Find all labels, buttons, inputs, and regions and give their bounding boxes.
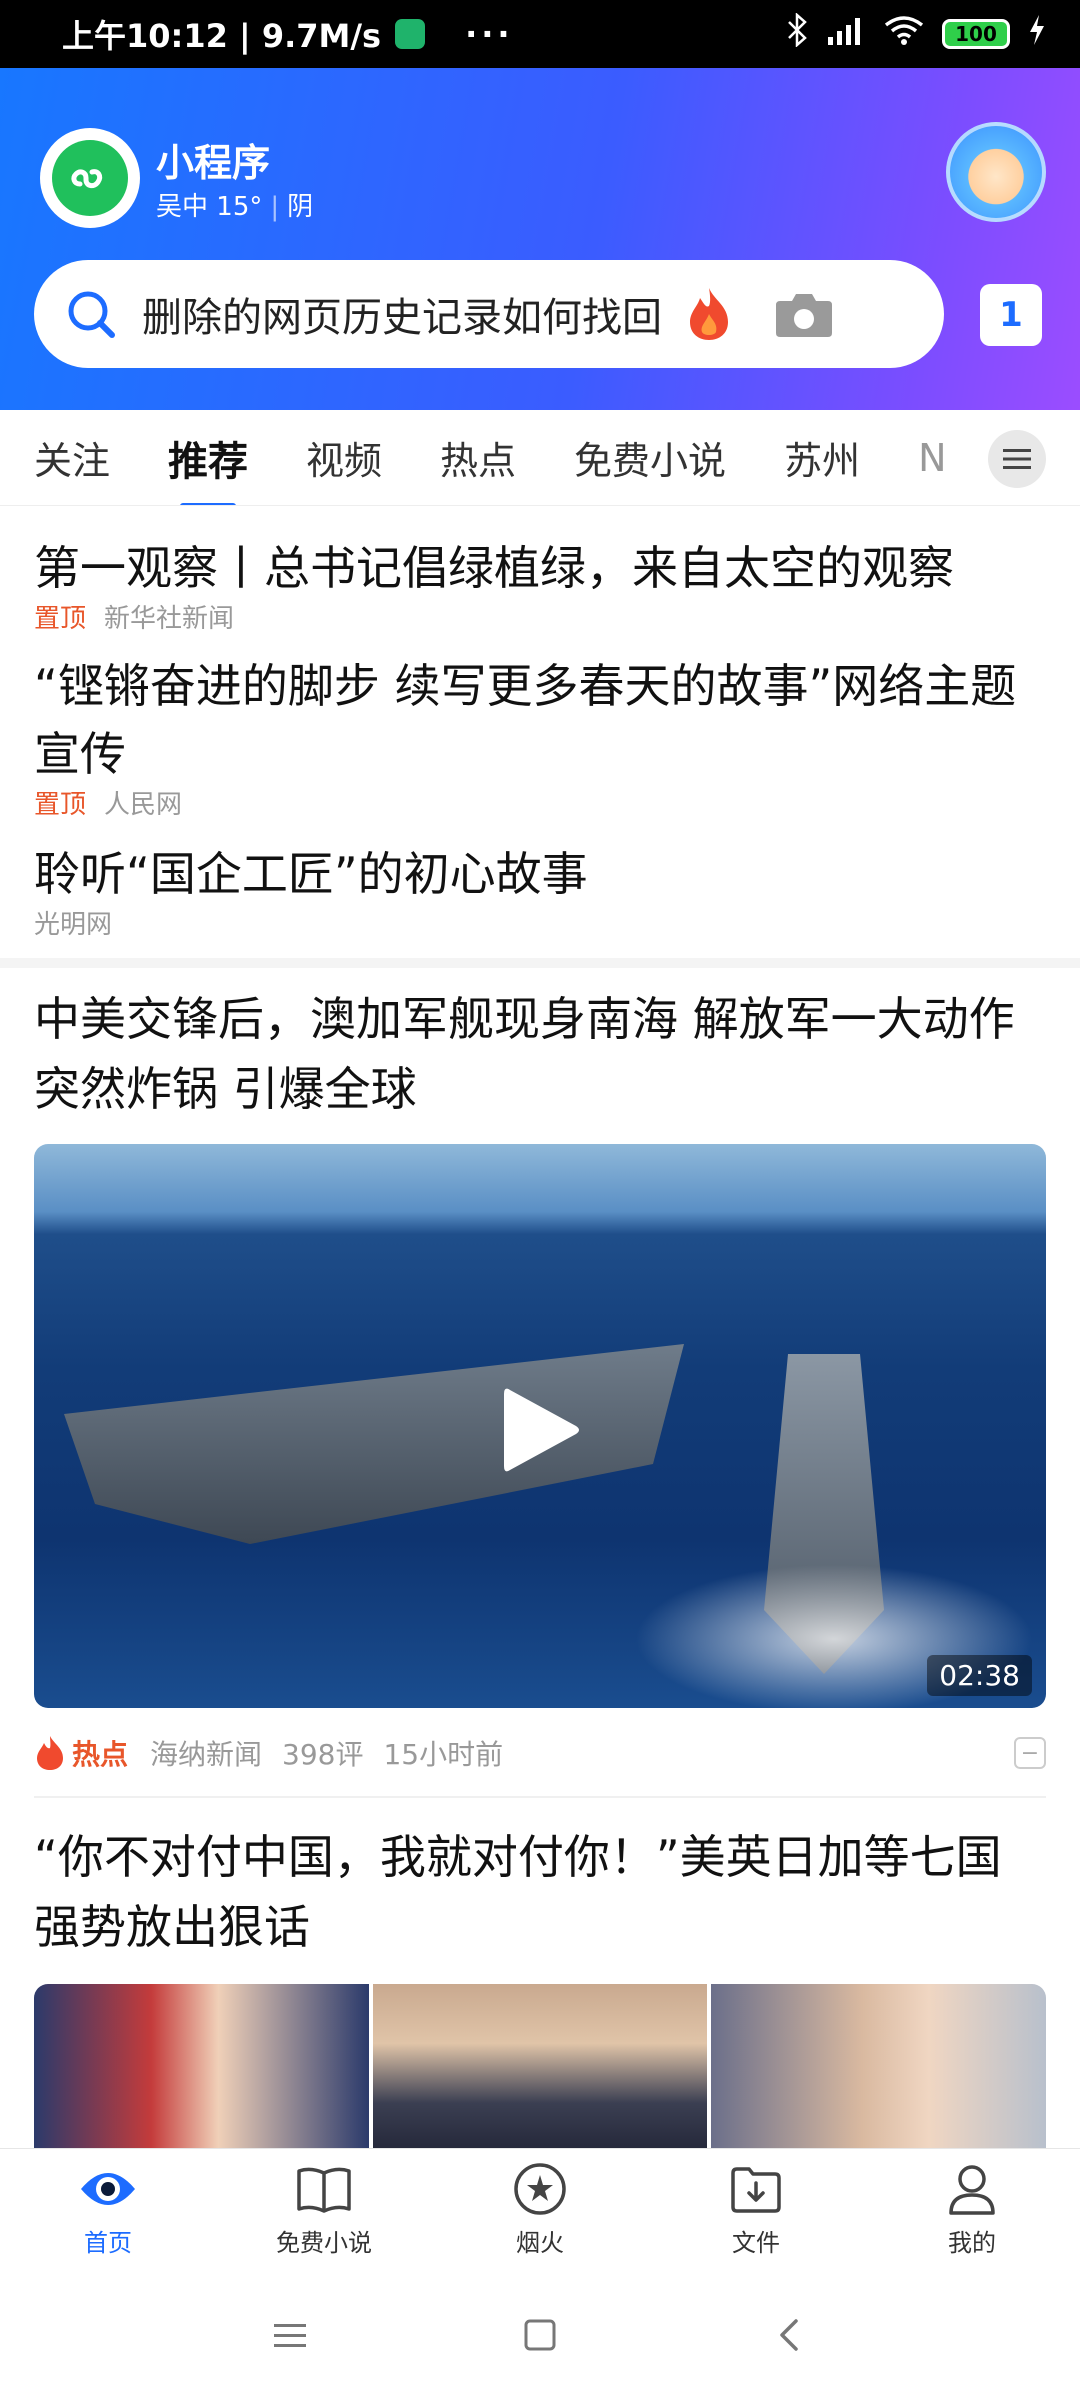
tab-suzhou[interactable]: 苏州 bbox=[784, 430, 860, 485]
item-divider bbox=[34, 1796, 1046, 1798]
search-icon bbox=[68, 291, 115, 338]
news-source: 光明网 bbox=[34, 910, 113, 940]
battery-icon: 100 bbox=[942, 19, 1010, 49]
tab-more-partial[interactable]: N bbox=[918, 436, 946, 480]
vpn-shield-icon bbox=[395, 19, 426, 49]
user-avatar[interactable] bbox=[946, 122, 1046, 222]
news-title: 第一观察丨总书记倡绿植绿，来自太空的观察 bbox=[34, 541, 954, 595]
status-right: 100 bbox=[786, 12, 1046, 55]
dislike-icon[interactable]: − bbox=[1014, 1737, 1046, 1769]
image-news-title[interactable]: “你不对付中国，我就对付你！”美英日加等七国强势放出狠话 bbox=[34, 1822, 1046, 1962]
search-bar[interactable]: 删除的网页历史记录如何找回 bbox=[34, 260, 944, 368]
signal-icon bbox=[826, 15, 866, 53]
nav-profile[interactable]: 我的 bbox=[864, 2149, 1080, 2270]
thumbnail-image bbox=[711, 1984, 1046, 2154]
camera-icon[interactable] bbox=[774, 289, 834, 339]
news-item-pinned[interactable]: “铿锵奋进的脚步 续写更多春天的故事”网络主题宣传 置顶 人民网 bbox=[0, 652, 1080, 821]
news-source: 新华社新闻 bbox=[104, 604, 235, 634]
mini-program-logo[interactable] bbox=[40, 128, 140, 228]
tab-free-novel[interactable]: 免费小说 bbox=[574, 430, 726, 485]
weather-info[interactable]: 吴中 15° | 阴 bbox=[156, 186, 313, 223]
pinned-badge: 置顶 bbox=[34, 790, 87, 820]
carrier-ship-shape bbox=[64, 1344, 684, 1544]
section-divider bbox=[0, 958, 1080, 968]
back-chevron-icon[interactable] bbox=[770, 2315, 810, 2355]
news-meta: 光明网 bbox=[34, 904, 588, 941]
news-source: 海纳新闻 bbox=[150, 1738, 263, 1771]
channel-tabs: 关注 推荐 视频 热点 免费小说 苏州 N bbox=[0, 410, 1080, 506]
profile-icon bbox=[949, 2165, 995, 2215]
bluetooth-icon bbox=[786, 12, 808, 55]
news-item[interactable]: 聆听“国企工匠”的初心故事 光明网 bbox=[0, 840, 622, 941]
nav-files[interactable]: 文件 bbox=[648, 2149, 864, 2270]
news-source: 人民网 bbox=[104, 790, 183, 820]
firework-icon bbox=[514, 2163, 566, 2215]
download-folder-icon bbox=[731, 2167, 781, 2213]
wifi-icon bbox=[884, 15, 924, 53]
news-meta: 置顶 新华社新闻 bbox=[34, 598, 954, 635]
bottom-nav: 首页 免费小说 烟火 文件 我的 bbox=[0, 2148, 1080, 2270]
image-news-thumbnails[interactable] bbox=[34, 1984, 1046, 2154]
search-query-text: 删除的网页历史记录如何找回 bbox=[142, 295, 662, 341]
thumbnail-image bbox=[372, 1984, 708, 2154]
home-square-icon[interactable] bbox=[520, 2315, 560, 2355]
more-notifications-icon: ··· bbox=[465, 15, 514, 53]
tab-video[interactable]: 视频 bbox=[306, 430, 382, 485]
menu-icon bbox=[1003, 449, 1031, 469]
status-bar: 上午10:12 | 9.7M/s ··· 100 bbox=[0, 0, 1080, 68]
play-icon[interactable] bbox=[500, 1384, 582, 1476]
nav-fireworks[interactable]: 烟火 bbox=[432, 2149, 648, 2270]
charging-icon bbox=[1028, 15, 1046, 53]
nav-label: 首页 bbox=[84, 2229, 132, 2257]
nav-label: 我的 bbox=[948, 2229, 996, 2257]
status-time-speed: 上午10:12 | 9.7M/s bbox=[62, 17, 382, 55]
tab-follow[interactable]: 关注 bbox=[34, 430, 110, 485]
status-left: 上午10:12 | 9.7M/s ··· bbox=[62, 11, 514, 57]
publish-time: 15小时前 bbox=[383, 1738, 504, 1771]
tab-recommend[interactable]: 推荐 bbox=[168, 429, 248, 505]
nav-label: 免费小说 bbox=[276, 2229, 372, 2257]
header: 小程序 吴中 15° | 阴 删除的网页历史记录如何找回 1 bbox=[0, 68, 1080, 410]
recents-menu-icon[interactable] bbox=[270, 2315, 310, 2355]
mini-program-title[interactable]: 小程序 bbox=[156, 132, 270, 187]
mini-program-icon bbox=[52, 140, 128, 216]
comment-count: 398评 bbox=[282, 1738, 364, 1771]
thumbnail-image bbox=[34, 1984, 369, 2154]
video-news-meta: 热点 海纳新闻 398评 15小时前 − bbox=[34, 1728, 1046, 1778]
nav-home[interactable]: 首页 bbox=[0, 2149, 216, 2270]
nav-label: 烟火 bbox=[516, 2229, 564, 2257]
channel-menu-button[interactable] bbox=[988, 430, 1046, 488]
book-icon bbox=[297, 2167, 351, 2213]
temperature-label: 15° bbox=[216, 192, 263, 222]
news-title: 聆听“国企工匠”的初心故事 bbox=[34, 847, 588, 901]
news-title: “铿锵奋进的脚步 续写更多春天的故事”网络主题宣传 bbox=[34, 659, 1017, 781]
news-meta: 置顶 人民网 bbox=[34, 784, 1046, 821]
eye-home-icon bbox=[81, 2173, 135, 2205]
hot-badge: 热点 bbox=[72, 1738, 129, 1771]
system-nav-bar bbox=[0, 2270, 1080, 2400]
news-item-pinned[interactable]: 第一观察丨总书记倡绿植绿，来自太空的观察 置顶 新华社新闻 bbox=[0, 534, 988, 635]
trending-fire-icon bbox=[690, 288, 728, 340]
pinned-badge: 置顶 bbox=[34, 604, 87, 634]
nav-free-novel[interactable]: 免费小说 bbox=[216, 2149, 432, 2270]
nav-label: 文件 bbox=[732, 2229, 780, 2257]
window-tabs-button[interactable]: 1 bbox=[980, 284, 1042, 346]
location-label: 吴中 bbox=[156, 192, 209, 222]
video-news-title[interactable]: 中美交锋后，澳加军舰现身南海 解放军一大动作突然炸锅 引爆全球 bbox=[34, 984, 1046, 1124]
tab-hot[interactable]: 热点 bbox=[440, 430, 516, 485]
hot-fire-icon bbox=[37, 1736, 63, 1770]
weather-label: 阴 bbox=[287, 192, 314, 222]
video-duration: 02:38 bbox=[927, 1655, 1032, 1696]
video-thumbnail[interactable]: 02:38 bbox=[34, 1144, 1046, 1708]
